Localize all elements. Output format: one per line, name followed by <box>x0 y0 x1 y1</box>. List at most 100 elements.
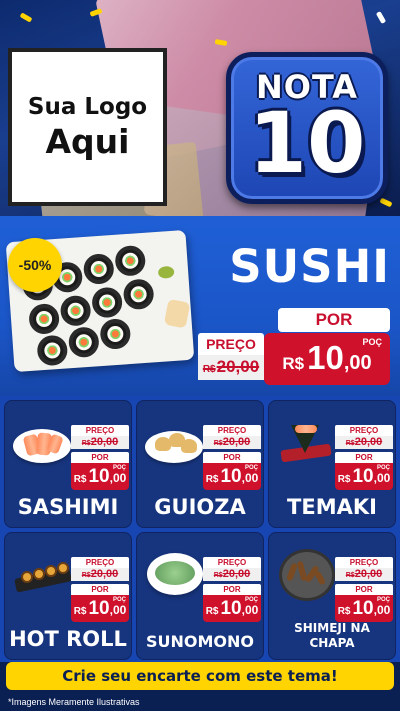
sushi-roll <box>114 244 147 277</box>
new-price: R$ 10,00 POÇ <box>203 463 261 490</box>
confetti <box>19 12 33 23</box>
new-price: R$ 10,00 POÇ <box>335 463 393 490</box>
product-name: SUNOMONO <box>145 632 255 651</box>
product-name: TEMAKI <box>287 495 377 519</box>
currency: R$ <box>213 440 223 447</box>
new-price-cents: ,00 <box>373 471 391 485</box>
product-name: SASHIMI <box>17 495 119 519</box>
featured-product-name: SUSHI <box>229 240 390 293</box>
currency: R$ <box>73 606 87 617</box>
badge-number: 10 <box>248 94 366 192</box>
por-label: POR <box>335 452 393 463</box>
logo-placeholder[interactable]: Sua Logo Aqui <box>8 48 167 206</box>
old-price-value: 20,00 <box>216 357 260 376</box>
header-banner: Sua Logo Aqui NOTA 10 <box>0 0 400 216</box>
product-name-line1: SHIMEJI NA <box>294 621 370 635</box>
unit-label: POÇ <box>376 465 390 471</box>
product-card-shimeji[interactable]: PREÇO R$ 20,00 POR R$ 10,00 POÇ SHIMEJI NA … <box>268 532 396 660</box>
old-price-value: 20,00 <box>354 568 383 580</box>
ginger <box>163 298 191 329</box>
card-price: PREÇO R$ 20,00 POR R$ 10,00 POÇ <box>203 557 261 622</box>
unit-label: POÇ <box>362 337 382 347</box>
por-label: POR <box>278 308 390 332</box>
por-label: POR <box>203 584 261 595</box>
confetti <box>379 197 393 208</box>
card-price: PREÇO R$ 20,00 POR R$ 10,00 POÇ <box>71 425 129 490</box>
product-card-temaki[interactable]: PREÇO R$ 20,00 POR R$ 10,00 POÇ TEMAKI <box>268 400 396 528</box>
new-price: R$ 10,00 POÇ <box>71 595 129 622</box>
unit-label: POÇ <box>112 465 126 471</box>
currency: R$ <box>73 474 87 485</box>
unit-label: POÇ <box>244 597 258 603</box>
new-price-cents: ,00 <box>373 603 391 617</box>
old-price: R$ 20,00 <box>335 436 393 449</box>
card-price: PREÇO R$ 20,00 POR R$ 10,00 POÇ <box>335 557 393 622</box>
old-price-value: 20,00 <box>90 568 119 580</box>
logo-text-line2: Aqui <box>45 121 130 161</box>
product-card-sunomono[interactable]: PREÇO R$ 20,00 POR R$ 10,00 POÇ SUNOMONO <box>136 532 264 660</box>
por-label: POR <box>335 584 393 595</box>
product-name: SHIMEJI NA CHAPA <box>269 621 395 651</box>
new-price-main: 10 <box>352 598 374 619</box>
temaki-icon <box>275 421 339 469</box>
currency: R$ <box>337 606 351 617</box>
new-price-cents: ,00 <box>241 603 259 617</box>
new-price-cents: ,00 <box>109 471 127 485</box>
unit-label: POÇ <box>244 465 258 471</box>
new-price-cents: ,00 <box>343 352 372 374</box>
new-price-box: R$ 10 ,00 POÇ <box>264 333 390 385</box>
cta-banner[interactable]: Crie seu encarte com este tema! <box>6 662 394 690</box>
preco-label: PREÇO <box>71 557 129 568</box>
new-price-main: 10 <box>307 339 344 376</box>
currency: R$ <box>81 440 91 447</box>
sunomono-icon <box>143 553 207 601</box>
logo-text-line1: Sua Logo <box>27 93 148 120</box>
old-price: R$ 20,00 <box>198 355 264 380</box>
old-price-value: 20,00 <box>222 436 251 448</box>
currency: R$ <box>337 474 351 485</box>
new-price: R$ 10,00 POÇ <box>203 595 261 622</box>
product-card-guioza[interactable]: PREÇO R$ 20,00 POR R$ 10,00 POÇ GUIOZA <box>136 400 264 528</box>
card-price: PREÇO R$ 20,00 POR R$ 10,00 POÇ <box>203 425 261 490</box>
unit-label: POÇ <box>376 597 390 603</box>
sushi-roll <box>122 278 155 311</box>
hot-roll-icon <box>11 553 75 601</box>
preco-label: PREÇO <box>71 425 129 436</box>
old-price-box: PREÇO R$ 20,00 <box>198 333 264 381</box>
discount-badge: -50% <box>8 238 62 292</box>
sushi-roll <box>99 318 132 351</box>
featured-product[interactable]: -50% SUSHI POR PREÇO R$ 20,00 R$ 10 ,00 P… <box>0 216 400 396</box>
sashimi-icon <box>11 421 75 469</box>
por-label: POR <box>71 584 129 595</box>
product-name: HOT ROLL <box>9 627 127 651</box>
sushi-roll <box>36 334 69 367</box>
old-price-currency: R$ <box>202 364 216 375</box>
guioza-icon <box>143 421 207 469</box>
confetti <box>375 11 387 24</box>
preco-label: PREÇO <box>198 333 264 355</box>
old-price: R$ 20,00 <box>71 436 129 449</box>
sushi-roll <box>28 302 61 335</box>
new-price: R$ 10,00 POÇ <box>71 463 129 490</box>
old-price: R$ 20,00 <box>335 568 393 581</box>
por-label: POR <box>71 452 129 463</box>
new-price-main: 10 <box>352 466 374 487</box>
preco-label: PREÇO <box>335 557 393 568</box>
old-price: R$ 20,00 <box>71 568 129 581</box>
new-price-main: 10 <box>88 598 110 619</box>
currency: R$ <box>205 606 219 617</box>
currency: R$ <box>205 474 219 485</box>
preco-label: PREÇO <box>203 557 261 568</box>
new-price-main: 10 <box>220 598 242 619</box>
shimeji-icon <box>275 549 339 601</box>
product-name-line2: CHAPA <box>309 636 355 650</box>
product-name: GUIOZA <box>154 495 246 519</box>
new-price: R$ 10,00 POÇ <box>335 595 393 622</box>
old-price-value: 20,00 <box>222 568 251 580</box>
currency: R$ <box>345 572 355 579</box>
sushi-roll <box>67 326 100 359</box>
product-card-sashimi[interactable]: PREÇO R$ 20,00 POR R$ 10,00 POÇ SASHIMI <box>4 400 132 528</box>
currency: R$ <box>345 440 355 447</box>
wasabi <box>157 265 175 279</box>
product-card-hot-roll[interactable]: PREÇO R$ 20,00 POR R$ 10,00 POÇ HOT ROLL <box>4 532 132 660</box>
